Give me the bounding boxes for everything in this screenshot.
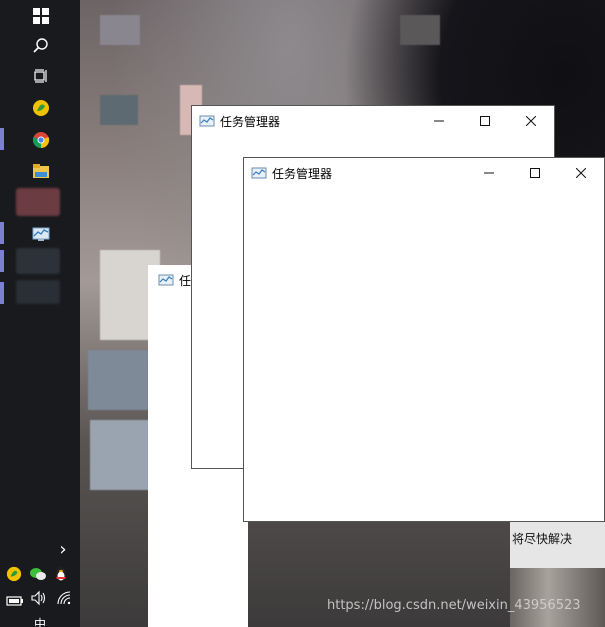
chevron-right-icon: › — [59, 539, 67, 560]
tray-icon-green[interactable] — [6, 566, 24, 584]
start-button[interactable] — [24, 2, 58, 30]
green-yellow-app-icon — [33, 100, 49, 116]
desktop-screen: 将尽快解决 任务 — [0, 0, 605, 627]
task-manager-icon — [199, 115, 215, 127]
minimize-button[interactable] — [466, 158, 512, 188]
battery-icon-button[interactable] — [6, 592, 26, 606]
minimize-button[interactable] — [416, 106, 462, 136]
window-controls — [466, 158, 604, 188]
window-titlebar[interactable]: 任务管理器 — [192, 106, 554, 136]
search-button[interactable] — [24, 32, 58, 60]
chrome-icon — [32, 132, 50, 149]
blurred-taskbar-app-2[interactable] — [16, 248, 60, 274]
blurred-desktop-icon — [100, 15, 140, 45]
volume-icon — [31, 590, 46, 606]
active-indicator — [0, 222, 4, 244]
windows-logo-icon — [33, 8, 49, 24]
blurred-desktop-icon — [90, 420, 150, 490]
blurred-desktop-icon — [88, 350, 148, 410]
close-icon — [576, 168, 586, 178]
task-manager-icon — [251, 167, 267, 179]
window-titlebar[interactable]: 任务管理器 — [244, 158, 604, 188]
folder-icon — [33, 164, 49, 178]
tray-icon-qq[interactable] — [54, 565, 72, 585]
taskbar-app-button[interactable] — [24, 94, 58, 122]
task-view-button[interactable] — [24, 62, 58, 90]
background-text: 将尽快解决 — [512, 532, 573, 546]
active-indicator — [0, 282, 4, 304]
search-icon — [33, 38, 48, 53]
task-manager-icon — [32, 227, 50, 241]
minimize-icon — [484, 172, 494, 174]
qq-penguin-icon — [56, 567, 66, 581]
show-hidden-icons-button[interactable]: › — [50, 536, 76, 564]
minimize-icon — [434, 120, 444, 122]
input-method-indicator[interactable]: 中 — [34, 615, 46, 627]
task-view-icon — [34, 69, 47, 83]
maximize-button[interactable] — [512, 158, 558, 188]
close-button[interactable] — [508, 106, 554, 136]
close-icon — [526, 116, 536, 126]
watermark-url: https://blog.csdn.net/weixin_43956523 — [327, 598, 581, 613]
wechat-icon — [30, 568, 46, 580]
green-yellow-tray-icon — [6, 566, 22, 582]
window-controls — [416, 106, 554, 136]
tray-icon-wechat[interactable] — [29, 566, 49, 584]
maximize-icon — [530, 168, 540, 178]
active-indicator — [0, 128, 4, 150]
active-indicator — [0, 250, 4, 272]
wifi-icon — [57, 591, 71, 605]
network-icon-button[interactable] — [56, 590, 74, 606]
taskbar: › 中 — [0, 0, 80, 627]
blurred-taskbar-app-3[interactable] — [16, 280, 60, 304]
task-manager-taskbar-button[interactable] — [24, 220, 58, 248]
blurred-taskbar-app[interactable] — [16, 188, 60, 216]
task-manager-icon — [158, 274, 174, 286]
task-manager-window-front[interactable]: 任务管理器 — [243, 157, 605, 522]
battery-icon — [6, 596, 23, 606]
window-title: 任务管理器 — [220, 114, 281, 129]
blurred-desktop-icon — [400, 15, 440, 45]
file-explorer-button[interactable] — [24, 157, 58, 185]
window-title: 任务管理器 — [272, 166, 333, 181]
maximize-icon — [480, 116, 490, 126]
blurred-desktop-icon — [100, 95, 138, 125]
close-button[interactable] — [558, 158, 604, 188]
volume-icon-button[interactable] — [30, 590, 50, 606]
chrome-button[interactable] — [24, 126, 58, 154]
maximize-button[interactable] — [462, 106, 508, 136]
